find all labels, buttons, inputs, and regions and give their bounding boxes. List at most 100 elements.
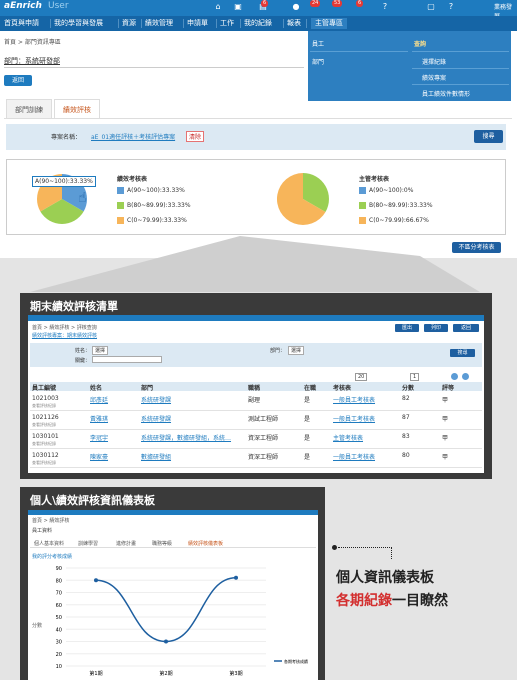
mail-badge: 53 [332,0,343,7]
col-name[interactable]: 姓名 [90,383,102,392]
y-tick-label: 90 [56,566,62,572]
keyword-input[interactable] [92,356,162,363]
menu-item-resources[interactable]: 資源 [122,18,136,29]
dropdown-item-counts[interactable]: 員工績效件數情形 [422,89,470,98]
cell-emp-id: 1021126 [32,414,59,421]
col-active[interactable]: 在職 [304,383,316,392]
panel-title: 期末績效評核清單 [30,300,118,313]
tab-training[interactable]: 訓練學習 [78,540,98,547]
data-point[interactable] [94,578,98,583]
col-form[interactable]: 考核表 [333,383,351,392]
cell-form[interactable]: 一般員工考核表 [333,395,375,404]
legend-swatch [359,187,366,194]
cell-active: 是 [304,416,311,423]
home-icon[interactable]: ⌂ [213,2,223,12]
dept-choose-button[interactable]: 選擇 [288,346,305,355]
app-logo: aEnrich [4,1,42,11]
legend-c-right: C(0~79.99):66.67% [359,217,429,224]
cell-form[interactable]: 主管考核表 [333,433,363,442]
menu-item-forms[interactable]: 申請單 [187,18,208,29]
menu-item-records[interactable]: 我的紀錄 [244,18,272,29]
mini-search-button[interactable]: 搜尋 [450,349,475,357]
next-page-icon[interactable] [451,373,458,380]
cell-dept[interactable]: 數據研發組 [141,452,171,461]
cell-name[interactable]: 陳家豪 [90,452,108,461]
tab-dashboard[interactable]: 績效評核儀表板 [188,540,223,547]
tab-job-level[interactable]: 職務等級 [152,540,172,547]
data-point[interactable] [234,575,238,580]
mini-subtitle: 績效評核專案：期末績效評核 [32,333,98,339]
cell-form[interactable]: 一般員工考核表 [333,414,375,423]
mini-breadcrumb: 首頁 > 績效評核 [32,518,70,524]
legend-swatch [117,187,124,194]
question-icon[interactable]: ? [446,2,456,12]
menu-item-learning[interactable]: 我的學習與發展 [54,18,103,29]
cell-score: 87 [402,414,410,421]
clear-button[interactable]: 清除 [186,131,205,142]
tab-study-plan[interactable]: 進修計畫 [116,540,136,547]
row-subtext: 查看評核紀錄 [32,403,56,408]
cell-dept[interactable]: 系統研發課，數據研發組，系統… [141,433,231,442]
legend-label: A(90~100):0% [369,187,414,194]
data-point[interactable] [164,639,168,644]
print-button[interactable]: 列印 [424,324,448,332]
help-icon[interactable]: ? [380,2,390,12]
menu-item-home[interactable]: 首頁與申請 [4,18,39,29]
col-score[interactable]: 分數 [402,383,414,392]
export-button[interactable]: 匯出 [395,324,419,332]
callout-dot [332,545,337,550]
chat-icon[interactable]: ● [291,2,301,12]
search-button[interactable]: 搜尋 [474,130,503,143]
legend-c-left: C(0~79.99):33.33% [117,217,187,224]
menu-item-performance[interactable]: 績效管理 [145,18,173,29]
window-icon[interactable]: ▢ [426,2,436,12]
inbox-icon[interactable]: ▣ [233,2,243,12]
tab-dept-training[interactable]: 部門訓練 [6,99,52,119]
col-grade[interactable]: 評等 [442,383,454,392]
menu-item-reports[interactable]: 報表 [287,18,301,29]
cell-form[interactable]: 一般員工考核表 [333,452,375,461]
back-button[interactable]: 返回 [4,75,32,86]
dropdown-item-employee[interactable]: 員工 [312,39,324,48]
filter-project-link[interactable]: aE_01適任評核＋考核評估專案 [91,132,175,141]
tab-divider [4,118,512,119]
col-dept[interactable]: 部門 [141,383,153,392]
y-axis-label: 分數 [32,623,43,629]
cell-name[interactable]: 李冠宇 [90,433,108,442]
zoom-callout [30,236,480,292]
line-chart: 10 20 30 40 50 60 70 80 90 第1期 第2期 第3期 各期考核成績 [56,566,308,677]
cell-name[interactable]: 邱彥廷 [90,395,108,404]
cell-grade: 甲 [442,397,449,404]
series-line [95,577,237,643]
name-choose-button[interactable]: 選擇 [92,346,109,355]
top-bar: aEnrich User ⌂ ▣ ▤ 6 ● 24 53 6 ? ▢ ? 業務發… [0,0,517,20]
manager-dropdown: 員工 部門 查詢 選擇紀錄 績效專案 員工績效件數情形 [308,31,511,101]
menu-item-manager[interactable]: 主管專區 [311,18,347,29]
cell-dept[interactable]: 系統研發課 [141,395,171,404]
menu-item-work[interactable]: 工作 [220,18,234,29]
x-tick-label: 第2期 [159,670,172,677]
tab-profile[interactable]: 個人基本資料 [34,540,64,547]
side-caption-highlight: 各期紀錄 [336,593,392,609]
mini-back-button[interactable]: 返回 [453,324,479,332]
tab-performance[interactable]: 績效評核 [54,99,100,119]
dropdown-item-projects[interactable]: 績效專案 [422,73,446,82]
cell-active: 是 [304,435,311,442]
dropdown-item-records[interactable]: 選擇紀錄 [422,57,446,66]
paging-select[interactable]: 20 [355,373,368,381]
y-tick-label: 60 [56,603,62,609]
cell-dept[interactable]: 系統研發課 [141,414,171,423]
cell-name[interactable]: 黃雅琪 [90,414,108,423]
page-select[interactable]: 1 [410,373,420,381]
last-page-icon[interactable] [462,373,469,380]
col-title[interactable]: 職稱 [248,383,260,392]
menu-separator [141,19,142,28]
menu-separator [118,19,119,28]
dropdown-item-department[interactable]: 部門 [312,57,324,66]
menu-separator [50,19,51,28]
cell-title: 測試工程師 [248,416,279,423]
keyword-label: 關鍵： [75,358,91,364]
dashboard-screen: 首頁 > 績效評核 員工資料 個人基本資料 訓練學習 進修計畫 職務等級 績效評… [28,510,318,680]
callout-line [391,547,392,559]
col-emp-id[interactable]: 員工編號 [32,383,56,392]
